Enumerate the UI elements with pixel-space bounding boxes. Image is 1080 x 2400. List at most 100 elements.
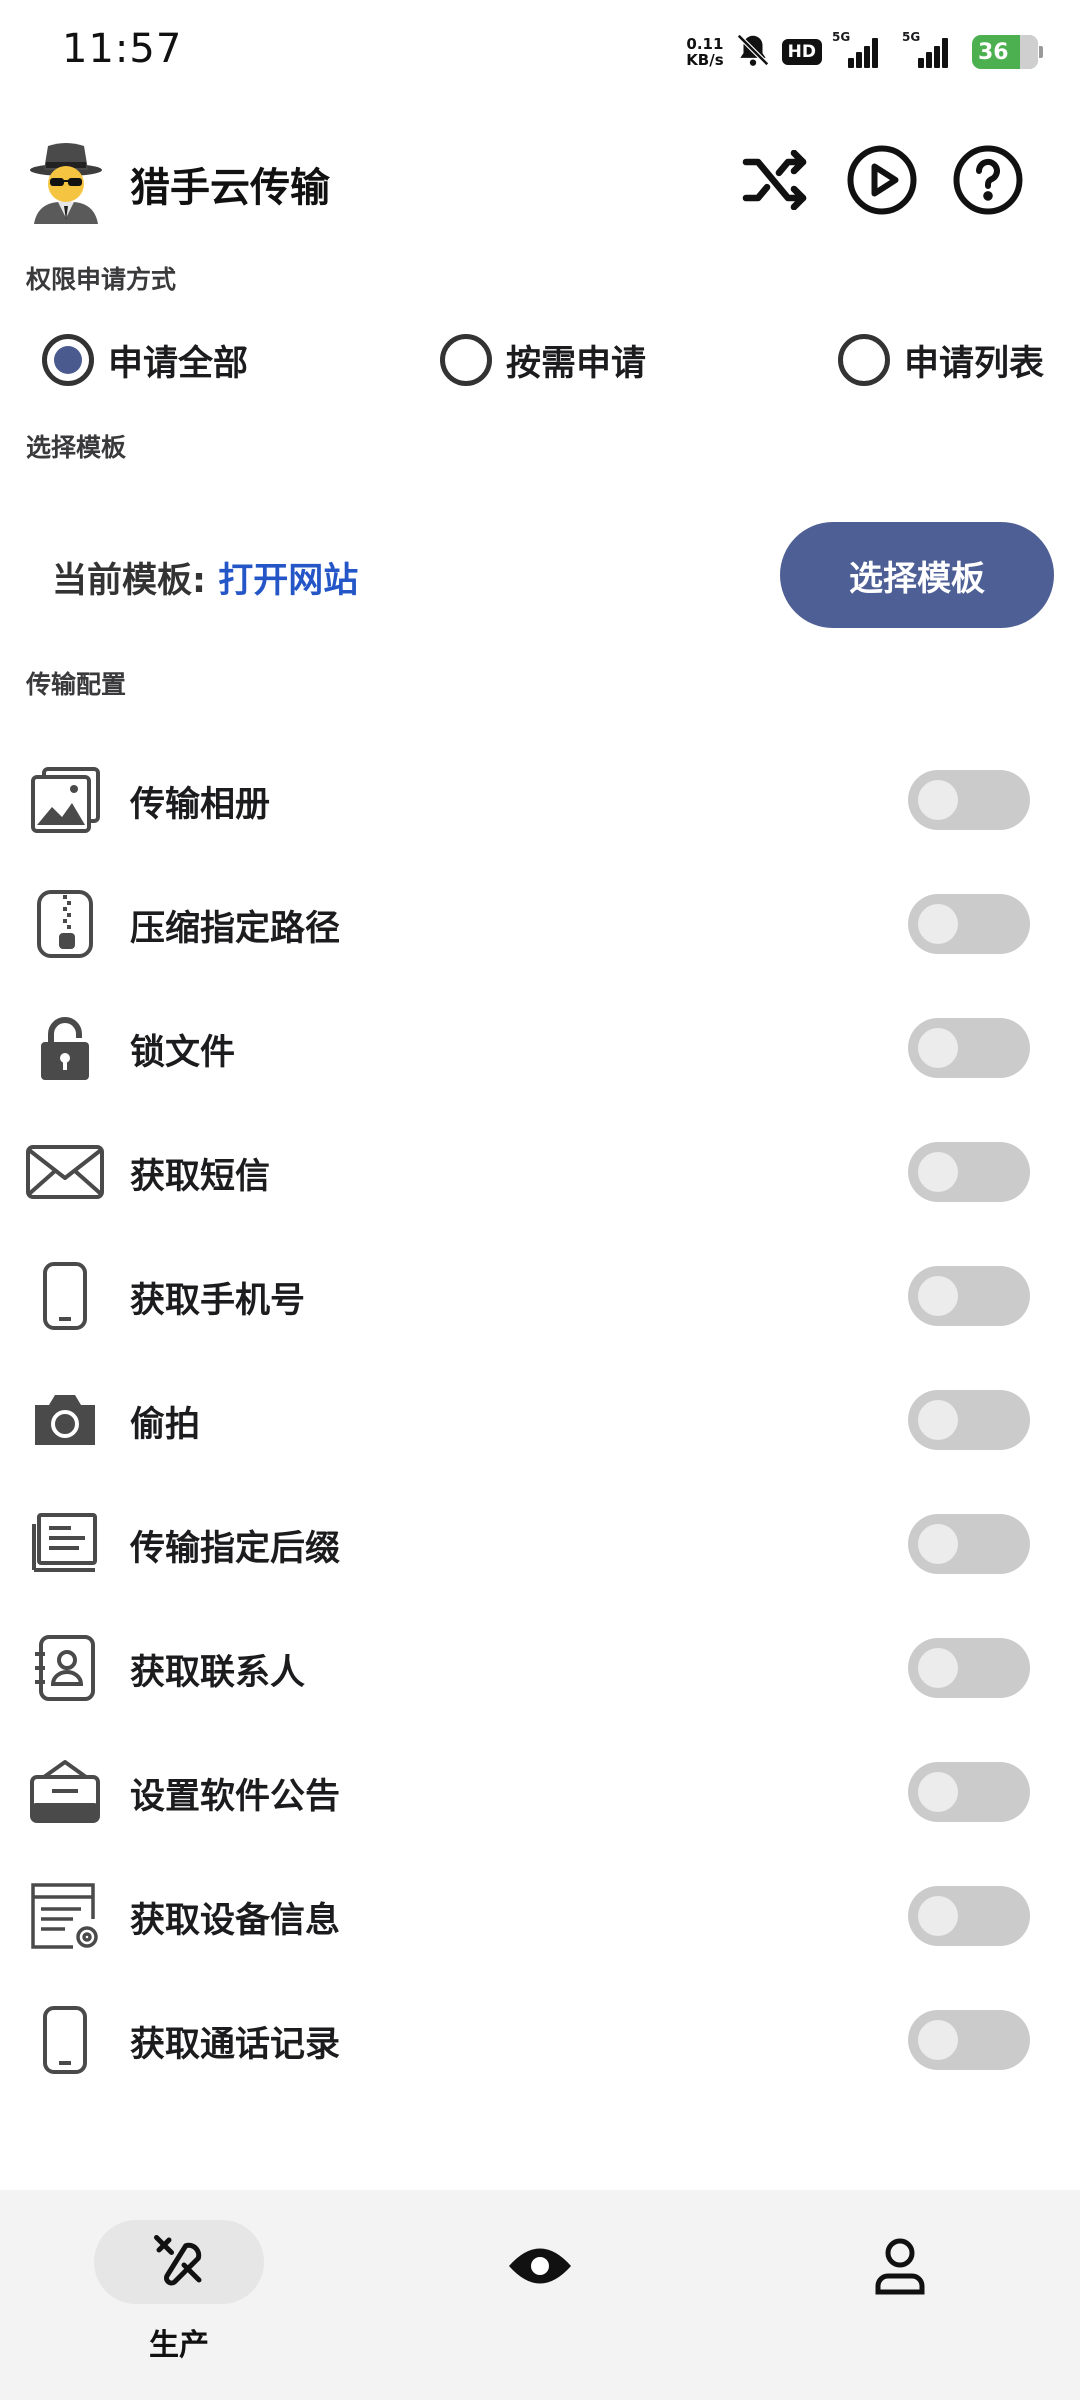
radio-label: 申请全部 (108, 343, 249, 384)
gallery-icon (24, 766, 106, 834)
nav-label-production: 生产 (149, 2328, 209, 2363)
suffix-transfer-toggle[interactable] (908, 1514, 1030, 1574)
device-info-toggle[interactable] (908, 1886, 1030, 1946)
choose-template-button[interactable]: 选择模板 (780, 522, 1054, 628)
app-header: 猎手云传输 (0, 130, 1080, 230)
config-item-call-log: 获取通话记录 (0, 1978, 1080, 2102)
contacts-toggle[interactable] (908, 1638, 1030, 1698)
toggle-knob (918, 2020, 958, 2060)
toggle-knob (918, 780, 958, 820)
config-label: 压缩指定路径 (130, 909, 341, 949)
radio-selected-dot (54, 346, 82, 374)
config-item-device-info: 获取设备信息 (0, 1854, 1080, 1978)
gallery-toggle[interactable] (908, 770, 1030, 830)
config-label: 获取设备信息 (130, 1901, 341, 1941)
config-section-label: 传输配置 (26, 670, 127, 699)
toggle-knob (918, 1276, 958, 1316)
config-item-suffix-transfer: 传输指定后缀 (0, 1482, 1080, 1606)
tools-icon (149, 2230, 209, 2294)
config-label: 获取联系人 (130, 1653, 306, 1693)
config-item-announcement: 设置软件公告 (0, 1730, 1080, 1854)
app-title: 猎手云传输 (130, 165, 330, 211)
net-speed-unit: KB/s (686, 51, 724, 69)
config-label: 获取通话记录 (130, 2025, 341, 2065)
spy-logo-icon (28, 140, 104, 224)
toggle-knob (918, 904, 958, 944)
template-section-label: 选择模板 (26, 433, 127, 462)
signal-label: 5G (832, 30, 851, 44)
signal-icon: 5G (902, 30, 962, 68)
radio-label: 申请列表 (904, 343, 1045, 384)
toggle-knob (918, 1152, 958, 1192)
toggle-knob (918, 1400, 958, 1440)
config-label: 获取手机号 (130, 1281, 306, 1321)
nav-tab-view[interactable] (490, 2228, 590, 2308)
config-label: 偷拍 (130, 1405, 201, 1445)
lock-icon (24, 1014, 106, 1082)
sms-toggle[interactable] (908, 1142, 1030, 1202)
radio-request-list[interactable]: 申请列表 (838, 330, 1044, 390)
radio-circle (440, 334, 492, 386)
phone-icon (24, 1262, 106, 1330)
config-item-phone-number: 获取手机号 (0, 1234, 1080, 1358)
nav-tab-production[interactable] (94, 2220, 264, 2304)
status-time: 11:57 (62, 26, 183, 72)
shuffle-icon (740, 149, 812, 214)
hd-badge: HD (781, 39, 822, 65)
device-info-icon (24, 1882, 106, 1950)
status-icons: 0.11 KB/s HD 5G 5G 36 (686, 30, 1043, 74)
config-list: 传输相册 压缩指定路径 锁文件 获取短信 获取手机号 偷拍 传输指定后缀 获取联… (0, 738, 1080, 2102)
mute-bell-icon (734, 31, 772, 73)
play-circle-icon (846, 144, 918, 220)
help-button[interactable] (950, 144, 1026, 220)
zip-path-toggle[interactable] (908, 894, 1030, 954)
help-circle-icon (952, 144, 1024, 220)
battery-icon: 36 (972, 35, 1043, 69)
net-speed-value: 0.11 (686, 35, 724, 53)
spy-photo-toggle[interactable] (908, 1390, 1030, 1450)
current-template-value[interactable]: 打开网站 (218, 561, 358, 601)
config-label: 获取短信 (130, 1157, 271, 1197)
config-label: 传输指定后缀 (130, 1529, 341, 1569)
phone-number-toggle[interactable] (908, 1266, 1030, 1326)
permission-section-label: 权限申请方式 (26, 265, 177, 294)
radio-circle (42, 334, 94, 386)
toggle-knob (918, 1772, 958, 1812)
radio-circle (838, 334, 890, 386)
signal-label: 5G (902, 30, 921, 44)
announcement-toggle[interactable] (908, 1762, 1030, 1822)
user-icon (873, 2236, 927, 2300)
play-button[interactable] (844, 144, 920, 220)
config-label: 锁文件 (130, 1033, 236, 1073)
config-item-lock-file: 锁文件 (0, 986, 1080, 1110)
config-item-contacts: 获取联系人 (0, 1606, 1080, 1730)
document-icon (24, 1510, 106, 1578)
battery-level: 36 (978, 39, 1009, 65)
radio-request-on-demand[interactable]: 按需申请 (440, 330, 646, 390)
toggle-knob (918, 1648, 958, 1688)
current-template: 当前模板: 打开网站 (52, 552, 358, 603)
eye-icon (507, 2241, 573, 2295)
config-item-sms: 获取短信 (0, 1110, 1080, 1234)
config-item-zip-path: 压缩指定路径 (0, 862, 1080, 986)
announcement-icon (24, 1758, 106, 1826)
zip-file-icon (24, 890, 106, 958)
config-item-gallery: 传输相册 (0, 738, 1080, 862)
config-item-spy-photo: 偷拍 (0, 1358, 1080, 1482)
config-label: 设置软件公告 (130, 1777, 341, 1817)
status-bar: 11:57 0.11 KB/s HD 5G 5G 36 (0, 0, 1080, 100)
shuffle-button[interactable] (738, 144, 814, 220)
call-log-toggle[interactable] (908, 2010, 1030, 2070)
envelope-icon (24, 1138, 106, 1206)
signal-icon: 5G (832, 30, 892, 68)
config-label: 传输相册 (130, 785, 271, 825)
radio-request-all[interactable]: 申请全部 (42, 330, 248, 390)
radio-label: 按需申请 (506, 343, 647, 384)
permission-radio-group: 申请全部 按需申请 申请列表 (0, 330, 1080, 390)
toggle-knob (918, 1028, 958, 1068)
contact-book-icon (24, 1634, 106, 1702)
net-speed: 0.11 KB/s (686, 36, 723, 68)
lock-file-toggle[interactable] (908, 1018, 1030, 1078)
toggle-knob (918, 1896, 958, 1936)
nav-tab-profile[interactable] (850, 2226, 950, 2310)
